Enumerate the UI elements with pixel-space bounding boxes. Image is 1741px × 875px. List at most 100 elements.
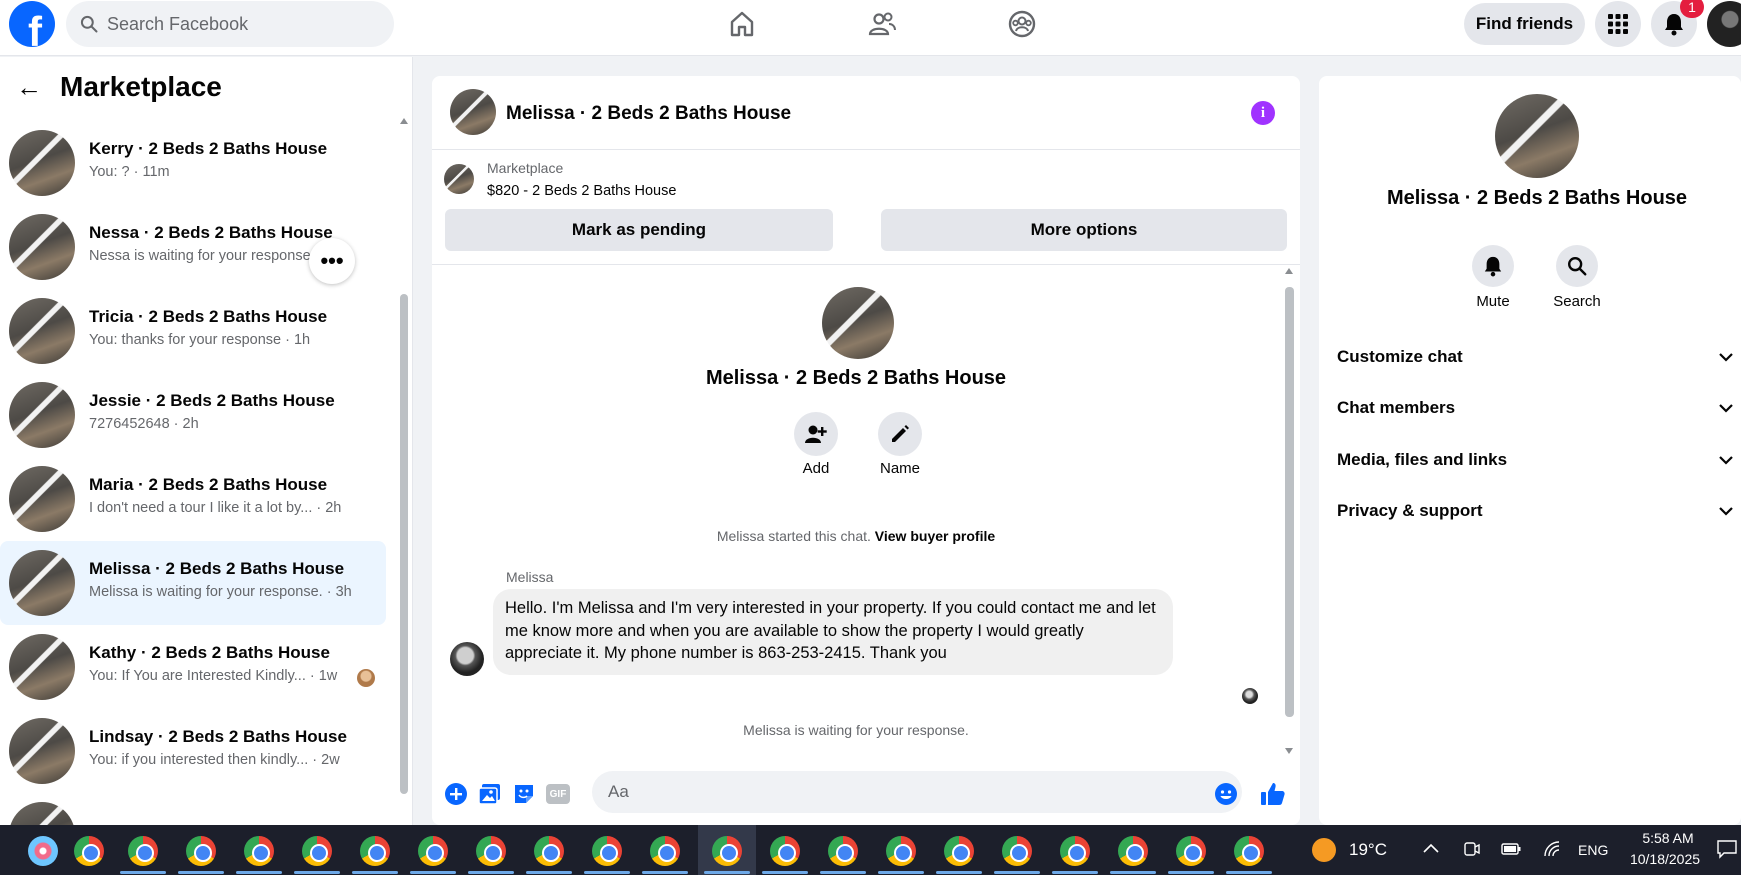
listing-price-title[interactable]: $820 - 2 Beds 2 Baths House [487,183,676,199]
conversation-tricia[interactable]: Tricia · 2 Beds 2 Baths House You: thank… [0,289,386,373]
chrome-profile-icon[interactable] [886,836,916,866]
gif-icon[interactable]: GIF [544,780,572,808]
weather-sun-icon[interactable] [1312,838,1336,862]
search-input[interactable] [107,13,367,35]
plus-circle-icon[interactable] [442,780,470,808]
windows-taskbar: 19°C ENG 5:58 AM 10/18/2025 [0,825,1741,875]
clock-time[interactable]: 5:58 AM [1630,830,1706,846]
sender-avatar[interactable] [450,642,484,676]
mark-as-pending-button[interactable]: Mark as pending [445,209,833,251]
notification-center-icon[interactable] [1716,839,1738,859]
chrome-profile-icon[interactable] [1002,836,1032,866]
facebook-logo[interactable]: f [9,1,55,47]
chrome-profile-icon[interactable] [712,836,742,866]
scroll-up-arrow-icon[interactable] [1284,267,1294,275]
wifi-icon[interactable] [1543,840,1561,858]
chrome-icon[interactable] [74,836,104,866]
search-icon [80,15,98,33]
chat-title[interactable]: Melissa · 2 Beds 2 Baths House [506,103,791,125]
listing-thumbnail [9,718,75,784]
chrome-profile-icon[interactable] [418,836,448,866]
groups-icon[interactable] [997,4,1047,44]
section-media-files-links[interactable]: Media, files and links [1337,441,1733,479]
chrome-profile-icon[interactable] [534,836,564,866]
chevron-up-icon[interactable] [1423,843,1439,853]
sidebar-scrollbar[interactable] [398,117,410,825]
chrome-profile-icon[interactable] [476,836,506,866]
chrome-profile-icon[interactable] [828,836,858,866]
listing-thumbnail [9,466,75,532]
chat-scrollbar[interactable] [1282,267,1296,757]
conversation-lindsay[interactable]: Lindsay · 2 Beds 2 Baths House You: if y… [0,709,386,793]
chrome-profile-icon[interactable] [944,836,974,866]
chrome-profile-icon[interactable] [1060,836,1090,866]
snipping-tool-icon[interactable] [28,836,58,866]
account-avatar[interactable] [1707,1,1741,47]
section-privacy-support[interactable]: Privacy & support [1337,492,1733,530]
conversation-info-icon[interactable]: i [1251,101,1275,125]
listing-thumbnail[interactable] [444,164,474,194]
sidebar-scrollbar-thumb[interactable] [400,294,408,794]
section-chat-members[interactable]: Chat members [1337,389,1733,427]
chrome-profile-icon[interactable] [650,836,680,866]
friends-icon[interactable] [857,4,907,44]
chat-avatar[interactable] [450,89,496,135]
search-box[interactable] [66,1,394,47]
battery-icon[interactable] [1501,842,1521,856]
search-in-chat-icon[interactable] [1556,245,1598,287]
add-person-icon[interactable] [794,412,838,456]
taskbar-open-indicator [178,871,224,874]
chevron-down-icon [1719,403,1733,413]
chrome-profile-icon[interactable] [360,836,390,866]
mute-bell-icon[interactable] [1472,245,1514,287]
taskbar-open-indicator [994,871,1040,874]
back-arrow-icon[interactable]: ← [16,72,42,103]
conversation-melissa[interactable]: Melissa · 2 Beds 2 Baths House Melissa i… [0,541,386,625]
chevron-down-icon [1719,506,1733,516]
listing-thumbnail [9,550,75,616]
view-buyer-profile-link[interactable]: View buyer profile [875,528,995,544]
conversation-kathy[interactable]: Kathy · 2 Beds 2 Baths House You: If You… [0,625,386,709]
scroll-down-arrow-icon[interactable] [1284,747,1294,755]
chrome-profile-icon[interactable] [770,836,800,866]
notification-badge: 1 [1680,0,1704,18]
conversation-maria[interactable]: Maria · 2 Beds 2 Baths House I don't nee… [0,457,386,541]
conversation-preview: You: If You are Interested Kindly... · 1… [89,668,338,684]
scroll-up-arrow-icon[interactable] [399,117,409,125]
home-icon[interactable] [717,4,767,44]
emoji-icon[interactable] [1212,780,1240,808]
more-options-dots-button[interactable]: ••• [309,238,355,284]
more-options-button[interactable]: More options [881,209,1287,251]
chat-info-panel: Melissa · 2 Beds 2 Baths House Mute Sear… [1319,76,1741,825]
info-avatar[interactable] [1495,94,1579,178]
meet-now-icon[interactable] [1463,840,1481,858]
message-bubble[interactable]: Hello. I'm Melissa and I'm very interest… [493,589,1173,675]
edit-name-pencil-icon[interactable] [878,412,922,456]
sticker-icon[interactable] [510,780,538,808]
taskbar-open-indicator [1110,871,1156,874]
chrome-profile-icon[interactable] [1234,836,1264,866]
photo-gallery-icon[interactable] [476,780,504,808]
clock-date[interactable]: 10/18/2025 [1617,851,1713,867]
thumbs-up-icon[interactable] [1259,780,1287,808]
chrome-profile-icon[interactable] [302,836,332,866]
chrome-profile-icon[interactable] [128,836,158,866]
conversation-kerry[interactable]: Kerry · 2 Beds 2 Baths House You: ? · 11… [0,121,386,205]
section-customize-chat[interactable]: Customize chat [1337,338,1733,376]
conversation-preview: You: ? · 11m [89,164,170,180]
chrome-profile-icon[interactable] [1118,836,1148,866]
conversation-name: Tricia · 2 Beds 2 Baths House [89,307,328,326]
menu-grid-icon[interactable] [1595,1,1641,47]
chrome-profile-icon[interactable] [244,836,274,866]
message-input[interactable] [592,771,1242,813]
conversation-preview: 7276452648 · 2h [89,416,199,432]
chat-scrollbar-thumb[interactable] [1285,287,1294,717]
chrome-profile-icon[interactable] [592,836,622,866]
input-language[interactable]: ENG [1578,842,1608,858]
buyer-profile-avatar[interactable] [822,287,894,359]
temperature[interactable]: 19°C [1349,840,1387,860]
chrome-profile-icon[interactable] [1176,836,1206,866]
conversation-jessie[interactable]: Jessie · 2 Beds 2 Baths House 7276452648… [0,373,386,457]
find-friends-button[interactable]: Find friends [1464,3,1585,45]
chrome-profile-icon[interactable] [186,836,216,866]
